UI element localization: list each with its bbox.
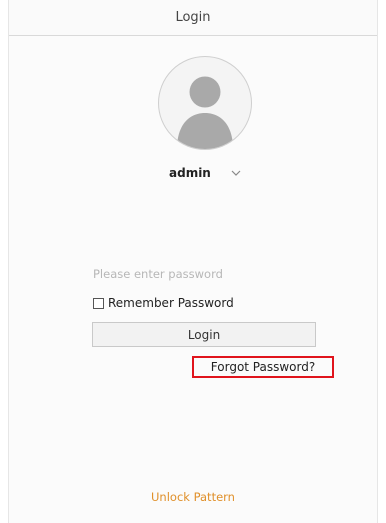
forgot-password-link[interactable]: Forgot Password? bbox=[192, 356, 334, 378]
user-silhouette-icon bbox=[177, 76, 233, 149]
forgot-password-label: Forgot Password? bbox=[210, 360, 316, 374]
remember-password-label: Remember Password bbox=[108, 296, 234, 310]
password-input[interactable] bbox=[93, 264, 315, 284]
title-bar: Login bbox=[9, 0, 377, 36]
checkbox-box[interactable] bbox=[93, 297, 104, 309]
login-window: Login admin Remember Password Login Forg… bbox=[8, 0, 378, 523]
window-title: Login bbox=[175, 10, 211, 25]
remember-password-checkbox[interactable]: Remember Password bbox=[93, 296, 234, 310]
username-label: admin bbox=[169, 166, 211, 180]
chevron-down-icon[interactable] bbox=[231, 168, 241, 178]
user-selector[interactable]: admin bbox=[169, 163, 241, 183]
unlock-pattern-link[interactable]: Unlock Pattern bbox=[9, 490, 377, 504]
user-avatar bbox=[158, 56, 252, 150]
login-button-label: Login bbox=[187, 327, 221, 342]
login-button[interactable]: Login bbox=[92, 322, 316, 347]
